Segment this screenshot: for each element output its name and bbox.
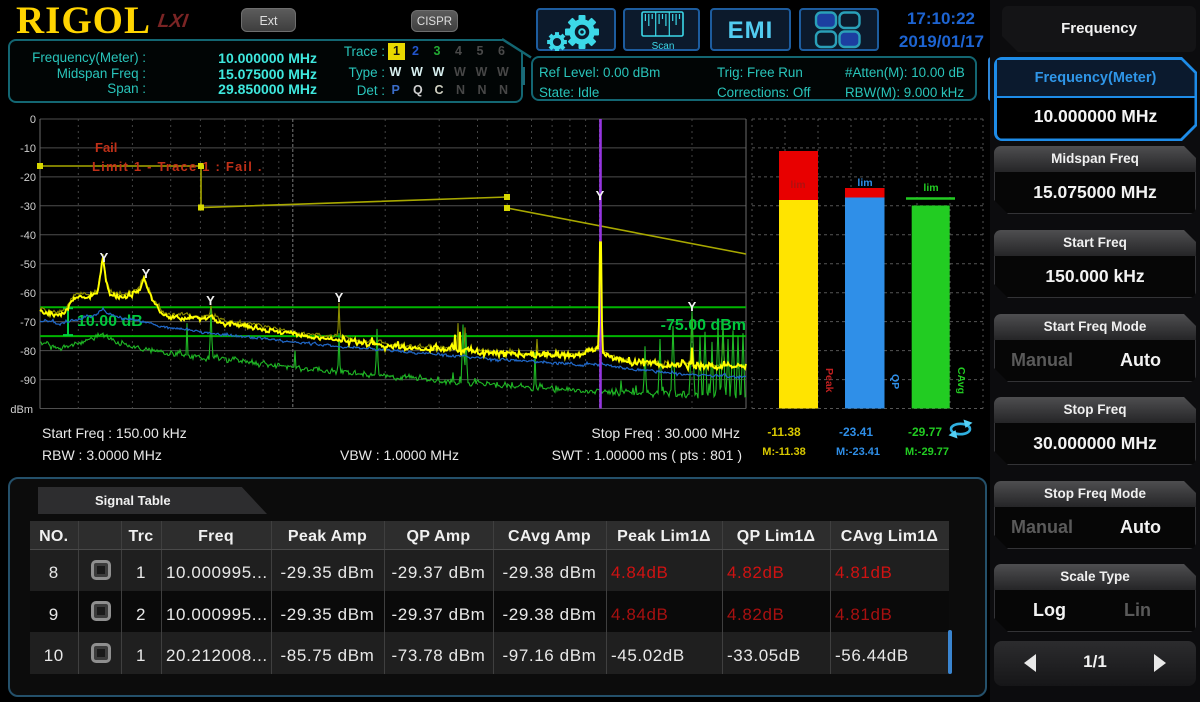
svg-text:lim: lim	[790, 179, 805, 191]
svg-text:-29.77: -29.77	[908, 425, 942, 439]
svg-text:Y: Y	[596, 188, 605, 203]
svg-text:Peak: Peak	[823, 368, 835, 393]
svg-text:-70: -70	[20, 317, 36, 329]
svg-text:-10: -10	[20, 143, 36, 155]
svg-text:Stop Freq : 30.000 MHz: Stop Freq : 30.000 MHz	[591, 425, 740, 441]
svg-text:VBW : 1.0000 MHz: VBW : 1.0000 MHz	[340, 447, 459, 463]
svg-text:Limit 1 - Trace 1 : Fail .: Limit 1 - Trace 1 : Fail .	[92, 159, 263, 174]
svg-text:-30: -30	[20, 201, 36, 213]
svg-text:-60: -60	[20, 288, 36, 300]
svg-text:lim: lim	[923, 182, 938, 194]
svg-text:M:-29.77: M:-29.77	[905, 446, 949, 458]
svg-text:Start Freq : 150.00 kHz: Start Freq : 150.00 kHz	[42, 425, 187, 441]
svg-text:M:-11.38: M:-11.38	[762, 446, 805, 458]
svg-text:RBW : 3.0000 MHz: RBW : 3.0000 MHz	[42, 447, 162, 463]
svg-text:Y: Y	[206, 293, 215, 308]
svg-text:-23.41: -23.41	[839, 425, 873, 439]
svg-text:SWT : 1.00000 ms ( pts : 801 ): SWT : 1.00000 ms ( pts : 801 )	[552, 447, 742, 463]
svg-text:CAvg: CAvg	[955, 367, 967, 394]
svg-text:Y: Y	[142, 266, 151, 281]
svg-text:Y: Y	[100, 250, 109, 265]
svg-text:lim: lim	[857, 177, 872, 189]
svg-text:Y: Y	[335, 290, 344, 305]
svg-text:Y: Y	[688, 299, 697, 314]
svg-text:M:-23.41: M:-23.41	[836, 446, 880, 458]
svg-text:-11.38: -11.38	[767, 425, 801, 439]
svg-text:0: 0	[30, 114, 36, 126]
svg-text:-40: -40	[20, 230, 36, 242]
svg-text:-90: -90	[20, 375, 36, 387]
svg-text:-50: -50	[20, 259, 36, 271]
svg-text:dBm: dBm	[10, 404, 33, 416]
svg-text:Fail: Fail	[95, 140, 117, 155]
svg-text:QP: QP	[889, 374, 901, 389]
svg-text:-20: -20	[20, 172, 36, 184]
svg-text:-80: -80	[20, 346, 36, 358]
